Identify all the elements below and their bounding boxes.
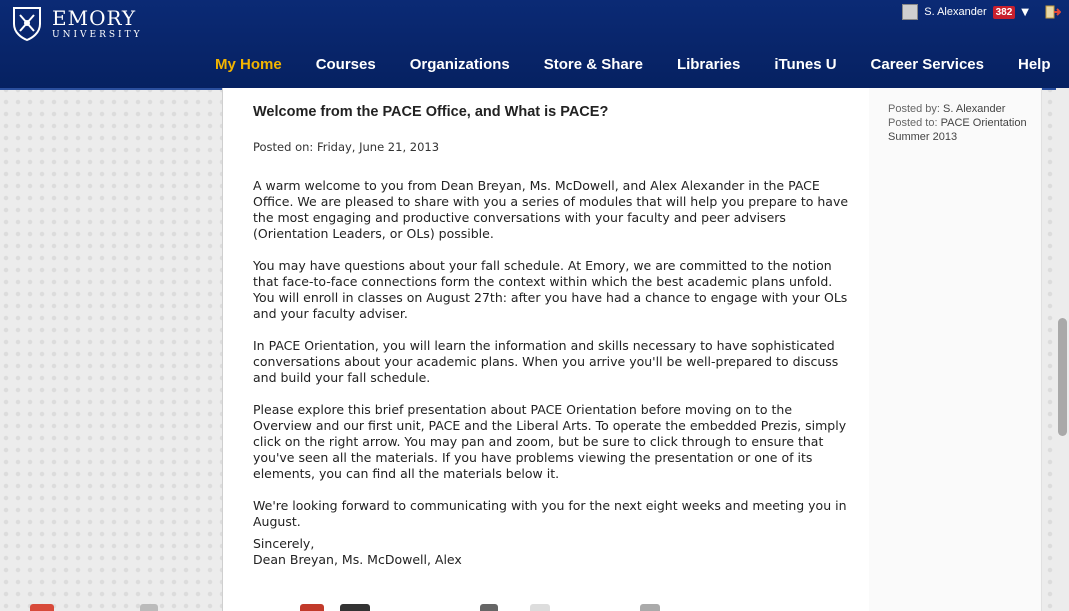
chevron-down-icon[interactable]: ▼ [1021,7,1029,18]
avatar [902,4,919,20]
dock-app-icon[interactable] [300,604,324,611]
nav-career-services[interactable]: Career Services [854,56,1001,73]
dock-app-icon[interactable] [30,604,54,611]
dock-app-icon[interactable] [530,604,550,611]
post-meta-sidebar: Posted by: S. Alexander Posted to: PACE … [869,88,1042,611]
main-nav: My Home Courses Organizations Store & Sh… [198,56,1068,73]
nav-libraries[interactable]: Libraries [660,56,757,73]
user-menu[interactable]: S. Alexander 382 ▼ [902,4,1061,20]
dock-app-icon[interactable] [140,604,158,611]
notification-badge[interactable]: 382 [992,5,1016,19]
posted-by-value: S. Alexander [943,103,1006,115]
post-meta: Posted by: S. Alexander Posted to: PACE … [888,102,1038,144]
user-name[interactable]: S. Alexander [924,6,986,18]
post-paragraph: A warm welcome to you from Dean Breyan, … [253,178,849,241]
post-title: Welcome from the PACE Office, and What i… [253,104,609,120]
emory-shield-icon [13,7,41,42]
posted-by-label: Posted by: [888,103,940,115]
post-paragraph: You may have questions about your fall s… [253,258,848,321]
nav-courses[interactable]: Courses [299,56,393,73]
post-date: Posted on: Friday, June 21, 2013 [253,140,440,154]
dock-app-icon[interactable] [340,604,370,611]
dock-app-icon[interactable] [640,604,660,611]
nav-my-home[interactable]: My Home [198,56,299,73]
post-paragraph: We're looking forward to communicating w… [253,498,847,529]
nav-help[interactable]: Help [1001,56,1068,73]
post-paragraph: Please explore this brief presentation a… [253,402,847,481]
announcement-post: Welcome from the PACE Office, and What i… [253,104,849,568]
dock-edge [0,601,1069,611]
dock-app-icon[interactable] [480,604,498,611]
nav-organizations[interactable]: Organizations [393,56,527,73]
logout-icon[interactable] [1045,5,1061,19]
logo-subtitle: UNIVERSITY [52,30,143,40]
scrollbar-thumb[interactable] [1058,318,1067,436]
posted-to-label: Posted to: [888,117,938,129]
logo-name: EMORY [52,6,137,30]
post-closing: Sincerely, [253,536,315,551]
emory-logo[interactable]: EMORY UNIVERSITY [12,6,143,42]
announcement-panel: Welcome from the PACE Office, and What i… [222,88,870,611]
page-scrollbar[interactable] [1056,88,1069,611]
post-signature: Dean Breyan, Ms. McDowell, Alex [253,552,462,567]
nav-itunes-u[interactable]: iTunes U [757,56,853,73]
nav-store-share[interactable]: Store & Share [527,56,660,73]
post-paragraph: In PACE Orientation, you will learn the … [253,338,839,385]
top-header: EMORY UNIVERSITY S. Alexander 382 ▼ My H… [0,0,1069,90]
